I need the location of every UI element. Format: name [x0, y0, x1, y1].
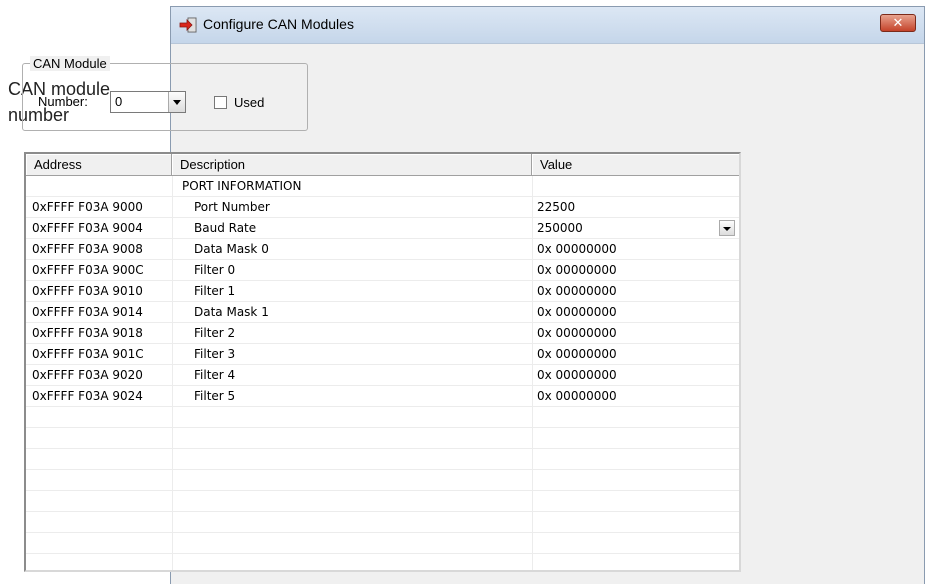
cell-value[interactable]: 250000 — [537, 218, 583, 238]
cell-description: Baud Rate — [194, 221, 257, 235]
cell-value[interactable]: 0x 00000000 — [537, 281, 617, 301]
number-label: Number: — [38, 94, 88, 109]
cell-address: 0xFFFF F03A 9020 — [32, 368, 143, 382]
chevron-down-icon[interactable] — [168, 92, 185, 112]
table-row[interactable]: 0xFFFF F03A 9024 Filter 5 0x 00000000 — [26, 386, 739, 407]
table-row[interactable]: 0xFFFF F03A 9004 Baud Rate 250000 — [26, 218, 739, 239]
table-row[interactable]: 0xFFFF F03A 9018 Filter 2 0x 00000000 — [26, 323, 739, 344]
table-row — [26, 554, 739, 570]
cell-description: Port Number — [194, 200, 270, 214]
cell-value[interactable]: 22500 — [537, 197, 575, 217]
cell-description: Filter 4 — [194, 368, 236, 382]
table-row — [26, 428, 739, 449]
table-row — [26, 512, 739, 533]
column-header-description[interactable]: Description — [172, 154, 532, 176]
cell-description: Filter 3 — [194, 347, 236, 361]
cell-address: 0xFFFF F03A 9008 — [32, 242, 143, 256]
table-row[interactable]: 0xFFFF F03A 9000 Port Number 22500 — [26, 197, 739, 218]
cell-address: 0xFFFF F03A 900C — [32, 263, 144, 277]
table-row[interactable]: PORT INFORMATION — [26, 176, 739, 197]
cell-value[interactable]: 0x 00000000 — [537, 365, 617, 385]
cell-description: Filter 1 — [194, 284, 236, 298]
cell-address: 0xFFFF F03A 9024 — [32, 389, 143, 403]
export-arrow-icon — [179, 17, 197, 33]
table-row — [26, 470, 739, 491]
number-select[interactable]: 0 — [110, 91, 186, 113]
cell-address: 0xFFFF F03A 9010 — [32, 284, 143, 298]
cell-value[interactable]: 0x 00000000 — [537, 323, 617, 343]
column-header-address[interactable]: Address — [26, 154, 172, 176]
table-row — [26, 407, 739, 428]
cell-description: Data Mask 0 — [194, 242, 269, 256]
chevron-down-icon[interactable] — [719, 220, 735, 236]
table-row[interactable]: 0xFFFF F03A 901C Filter 3 0x 00000000 — [26, 344, 739, 365]
used-checkbox[interactable] — [214, 96, 227, 109]
number-select-value: 0 — [115, 94, 123, 109]
cell-description: Filter 2 — [194, 326, 236, 340]
cell-description: Data Mask 1 — [194, 305, 269, 319]
title-bar[interactable]: Configure CAN Modules ✕ — [171, 7, 924, 44]
table-row — [26, 491, 739, 512]
table-row — [26, 449, 739, 470]
window-title: Configure CAN Modules — [203, 16, 354, 32]
table-row[interactable]: 0xFFFF F03A 9008 Data Mask 0 0x 00000000 — [26, 239, 739, 260]
cell-address: 0xFFFF F03A 9004 — [32, 221, 143, 235]
cell-address: 0xFFFF F03A 9018 — [32, 326, 143, 340]
table-row — [26, 533, 739, 554]
column-header-value[interactable]: Value — [532, 154, 739, 176]
table-row[interactable]: 0xFFFF F03A 9014 Data Mask 1 0x 00000000 — [26, 302, 739, 323]
used-label[interactable]: Used — [234, 95, 264, 110]
can-module-group-label: CAN Module — [30, 56, 110, 71]
table-row[interactable]: 0xFFFF F03A 900C Filter 0 0x 00000000 — [26, 260, 739, 281]
cell-address: 0xFFFF F03A 9000 — [32, 200, 143, 214]
cell-value[interactable]: 0x 00000000 — [537, 302, 617, 322]
table-row[interactable]: 0xFFFF F03A 9020 Filter 4 0x 00000000 — [26, 365, 739, 386]
table-header: Address Description Value — [26, 154, 739, 176]
register-table: Address Description Value PORT INFORMATI… — [24, 152, 741, 572]
cell-value[interactable]: 0x 00000000 — [537, 344, 617, 364]
cell-value[interactable]: 0x 00000000 — [537, 239, 617, 259]
table-row[interactable]: 0xFFFF F03A 9010 Filter 1 0x 00000000 — [26, 281, 739, 302]
close-button[interactable]: ✕ — [880, 14, 916, 32]
cell-description: Filter 0 — [194, 263, 236, 277]
cell-description: PORT INFORMATION — [182, 179, 302, 193]
cell-description: Filter 5 — [194, 389, 236, 403]
cell-value[interactable]: 0x 00000000 — [537, 386, 617, 406]
cell-address: 0xFFFF F03A 901C — [32, 347, 144, 361]
cell-address: 0xFFFF F03A 9014 — [32, 305, 143, 319]
cell-value[interactable]: 0x 00000000 — [537, 260, 617, 280]
